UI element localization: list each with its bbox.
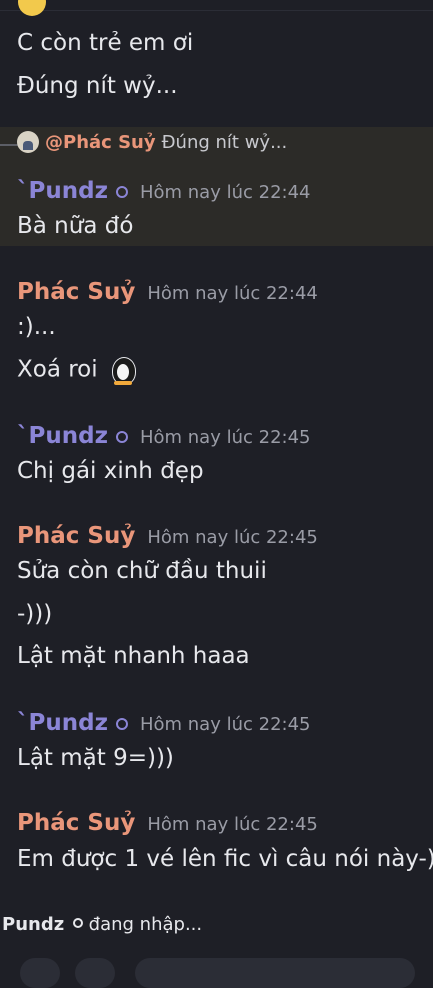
message-text: Chị gái xinh đẹp [17, 458, 204, 484]
timestamp: Hôm nay lúc 22:45 [147, 814, 318, 835]
message-text: Xoá roi [17, 355, 136, 385]
author-name[interactable]: Phác Suỷ [17, 278, 135, 306]
message-header: ˋPundz Hôm nay lúc 22:44 [17, 177, 311, 205]
reply-text: Đúng nít wỷ... [161, 131, 288, 153]
composer-bar [0, 950, 433, 988]
timestamp: Hôm nay lúc 22:44 [147, 283, 318, 304]
message-text: :)... [17, 314, 56, 340]
message-text: Đúng nít wỷ... [17, 73, 178, 99]
message-header: ˋPundz Hôm nay lúc 22:45 [17, 709, 311, 737]
timestamp: Hôm nay lúc 22:45 [147, 527, 318, 548]
add-button[interactable] [20, 958, 60, 988]
typing-indicator: Pundz đang nhập... [2, 914, 202, 935]
message-header: Phác Suỷ Hôm nay lúc 22:45 [17, 522, 318, 550]
message-text: Bà nữa đó [17, 213, 134, 239]
message-header: ˋPundz Hôm nay lúc 22:45 [17, 422, 311, 450]
author-name[interactable]: ˋPundz [17, 177, 108, 205]
timestamp: Hôm nay lúc 22:45 [139, 714, 311, 735]
author-name[interactable]: ˋPundz [17, 709, 108, 737]
penguin-emoji-icon [111, 355, 136, 385]
reply-author[interactable]: @Phác Suỷ [45, 132, 156, 153]
author-name[interactable]: Phác Suỷ [17, 809, 135, 837]
message-text: Sửa còn chữ đầu thuii [17, 558, 267, 584]
status-ring-icon [115, 431, 128, 443]
message-header: Phác Suỷ Hôm nay lúc 22:45 [17, 809, 318, 837]
message-input[interactable] [135, 958, 415, 988]
message-header: Phác Suỷ Hôm nay lúc 22:44 [17, 278, 318, 306]
typing-user: Pundz [2, 914, 65, 935]
author-name[interactable]: Phác Suỷ [17, 522, 135, 550]
message-text-content: Xoá roi [17, 356, 98, 383]
apps-button[interactable] [75, 958, 115, 988]
author-name[interactable]: ˋPundz [17, 422, 108, 450]
status-ring-icon [115, 186, 128, 198]
reply-preview[interactable]: @Phác Suỷ Đúng nít wỷ... [17, 131, 287, 153]
reply-avatar [17, 131, 39, 153]
emoji-reaction-icon[interactable] [18, 0, 46, 16]
message-text: -))) [17, 601, 53, 627]
message-text: C còn trẻ em ơi [17, 30, 194, 56]
timestamp: Hôm nay lúc 22:44 [139, 182, 311, 203]
message-text: Lật mặt nhanh haaa [17, 643, 250, 669]
message-text: Lật mặt 9=))) [17, 745, 174, 771]
divider [0, 10, 433, 11]
timestamp: Hôm nay lúc 22:45 [139, 427, 311, 448]
status-ring-icon [115, 718, 128, 730]
status-ring-icon [72, 918, 83, 928]
message-text: Em được 1 vé lên fic vì câu nói này-)) [17, 846, 433, 872]
typing-text: đang nhập... [88, 914, 203, 935]
